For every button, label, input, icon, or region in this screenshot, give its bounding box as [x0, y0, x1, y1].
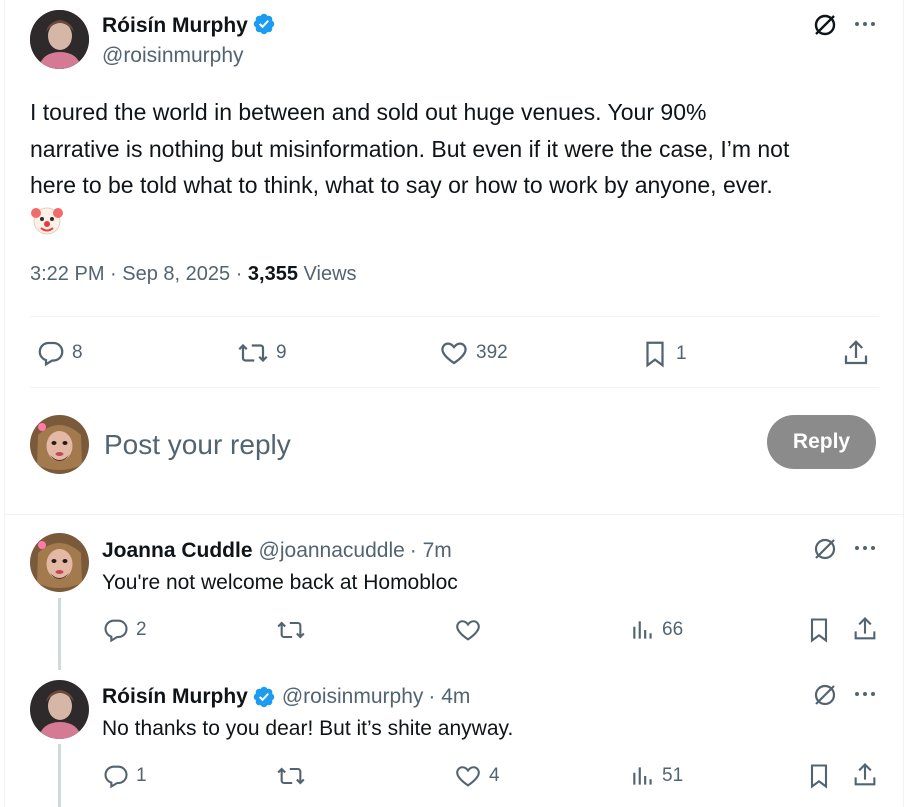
reply-author-handle[interactable]: @joannacuddle [259, 539, 405, 563]
reply-author-handle[interactable]: @roisinmurphy [282, 685, 424, 709]
bookmark-action[interactable] [805, 761, 833, 791]
bookmark-icon [810, 764, 828, 789]
repost-action[interactable] [275, 762, 313, 790]
tweet-text-line: I toured the world in between and sold o… [30, 99, 707, 125]
reply-text: You're not welcome back at Homobloc [102, 571, 458, 594]
reply-header: Róisín Murphy @roisinmurphy · 4m [102, 683, 470, 711]
tweet-text-line: narrative is nothing but misinformation.… [30, 135, 790, 162]
reply-author-avatar[interactable] [30, 680, 89, 739]
verified-badge-icon [252, 685, 276, 709]
grok-icon[interactable] [811, 681, 839, 709]
reply-time[interactable]: · 4m [428, 685, 470, 709]
share-action[interactable] [841, 337, 871, 369]
reply-count: 2 [136, 619, 147, 640]
more-options-icon[interactable] [852, 536, 878, 560]
share-icon [844, 340, 868, 365]
divider [30, 316, 879, 317]
thread-line [58, 598, 61, 670]
main-author-name-row: Róisín Murphy [102, 12, 276, 40]
meta-separator: · [110, 263, 123, 285]
reply-author-name[interactable]: Joanna Cuddle [102, 539, 253, 563]
heart-icon [441, 342, 467, 365]
like-action[interactable] [453, 616, 489, 644]
reply-button[interactable]: Reply [767, 415, 876, 469]
grok-icon[interactable] [811, 11, 839, 39]
like-count: 392 [476, 342, 508, 363]
bookmark-icon [810, 618, 828, 643]
current-user-avatar[interactable] [30, 415, 89, 474]
heart-icon [456, 766, 480, 787]
reply-action[interactable]: 8 [36, 338, 83, 368]
analytics-icon [633, 767, 652, 785]
views-count: 3,355 [247, 263, 298, 285]
repost-count: 9 [276, 342, 287, 363]
reply-icon [38, 341, 64, 367]
tweet-text-line: here to be told what to think, what to s… [30, 172, 773, 198]
views-action[interactable]: 66 [630, 616, 683, 644]
tweet-meta: 3:22 PM · Sep 8, 2025 · 3,355 Views [30, 263, 357, 286]
reply-icon [104, 619, 128, 643]
section-separator [4, 514, 904, 515]
views-count: 66 [662, 619, 684, 640]
tweet-time[interactable]: 3:22 PM [30, 263, 104, 285]
avatar-image-icon [30, 680, 89, 739]
share-icon [854, 617, 876, 640]
reply-count: 1 [136, 765, 147, 786]
share-icon [854, 763, 876, 786]
main-author-name[interactable]: Róisín Murphy [102, 14, 248, 38]
like-count: 4 [489, 765, 500, 786]
reply-action[interactable]: 2 [102, 616, 147, 644]
repost-icon [277, 621, 305, 639]
tweet-date[interactable]: Sep 8, 2025 [122, 263, 230, 285]
avatar-image-icon [30, 533, 89, 592]
reply-icon [104, 765, 128, 789]
reply-author-avatar[interactable] [30, 533, 89, 592]
share-action[interactable] [851, 760, 879, 790]
meta-separator: · [235, 263, 248, 285]
views-action[interactable]: 51 [630, 762, 683, 790]
reply-count: 8 [72, 342, 83, 363]
reply-time[interactable]: · 7m [410, 539, 452, 563]
reply-action[interactable]: 1 [102, 762, 147, 790]
bookmark-count: 1 [676, 343, 687, 364]
repost-action[interactable] [275, 616, 313, 644]
repost-icon [277, 767, 305, 785]
main-author-handle[interactable]: @roisinmurphy [102, 44, 244, 68]
bookmark-icon [646, 341, 664, 368]
repost-action[interactable]: 9 [236, 338, 287, 368]
avatar-image-icon [30, 10, 89, 69]
reply-text: No thanks to you dear! But it’s shite an… [102, 717, 514, 740]
like-action[interactable]: 392 [438, 338, 508, 368]
thread-line [58, 744, 61, 807]
analytics-icon [633, 621, 652, 639]
main-author-avatar[interactable] [30, 10, 89, 69]
bookmark-action[interactable] [805, 615, 833, 645]
main-tweet-text: I toured the world in between and sold o… [30, 94, 890, 204]
verified-badge-icon [252, 12, 276, 41]
clown-emoji-icon [30, 203, 64, 237]
like-action[interactable]: 4 [453, 762, 500, 790]
share-action[interactable] [851, 614, 879, 644]
reply-header: Joanna Cuddle @joannacuddle · 7m [102, 537, 452, 565]
views-count: 51 [662, 765, 684, 786]
repost-icon [238, 343, 268, 363]
avatar-image-icon [30, 415, 89, 474]
bookmark-action[interactable]: 1 [640, 338, 687, 370]
heart-icon [456, 620, 480, 641]
reply-input[interactable] [104, 425, 744, 465]
views-label: Views [303, 263, 357, 285]
divider [30, 387, 879, 388]
more-options-icon[interactable] [852, 12, 878, 36]
reply-author-name[interactable]: Róisín Murphy [102, 685, 248, 709]
more-options-icon[interactable] [852, 682, 878, 706]
grok-icon[interactable] [811, 535, 839, 563]
